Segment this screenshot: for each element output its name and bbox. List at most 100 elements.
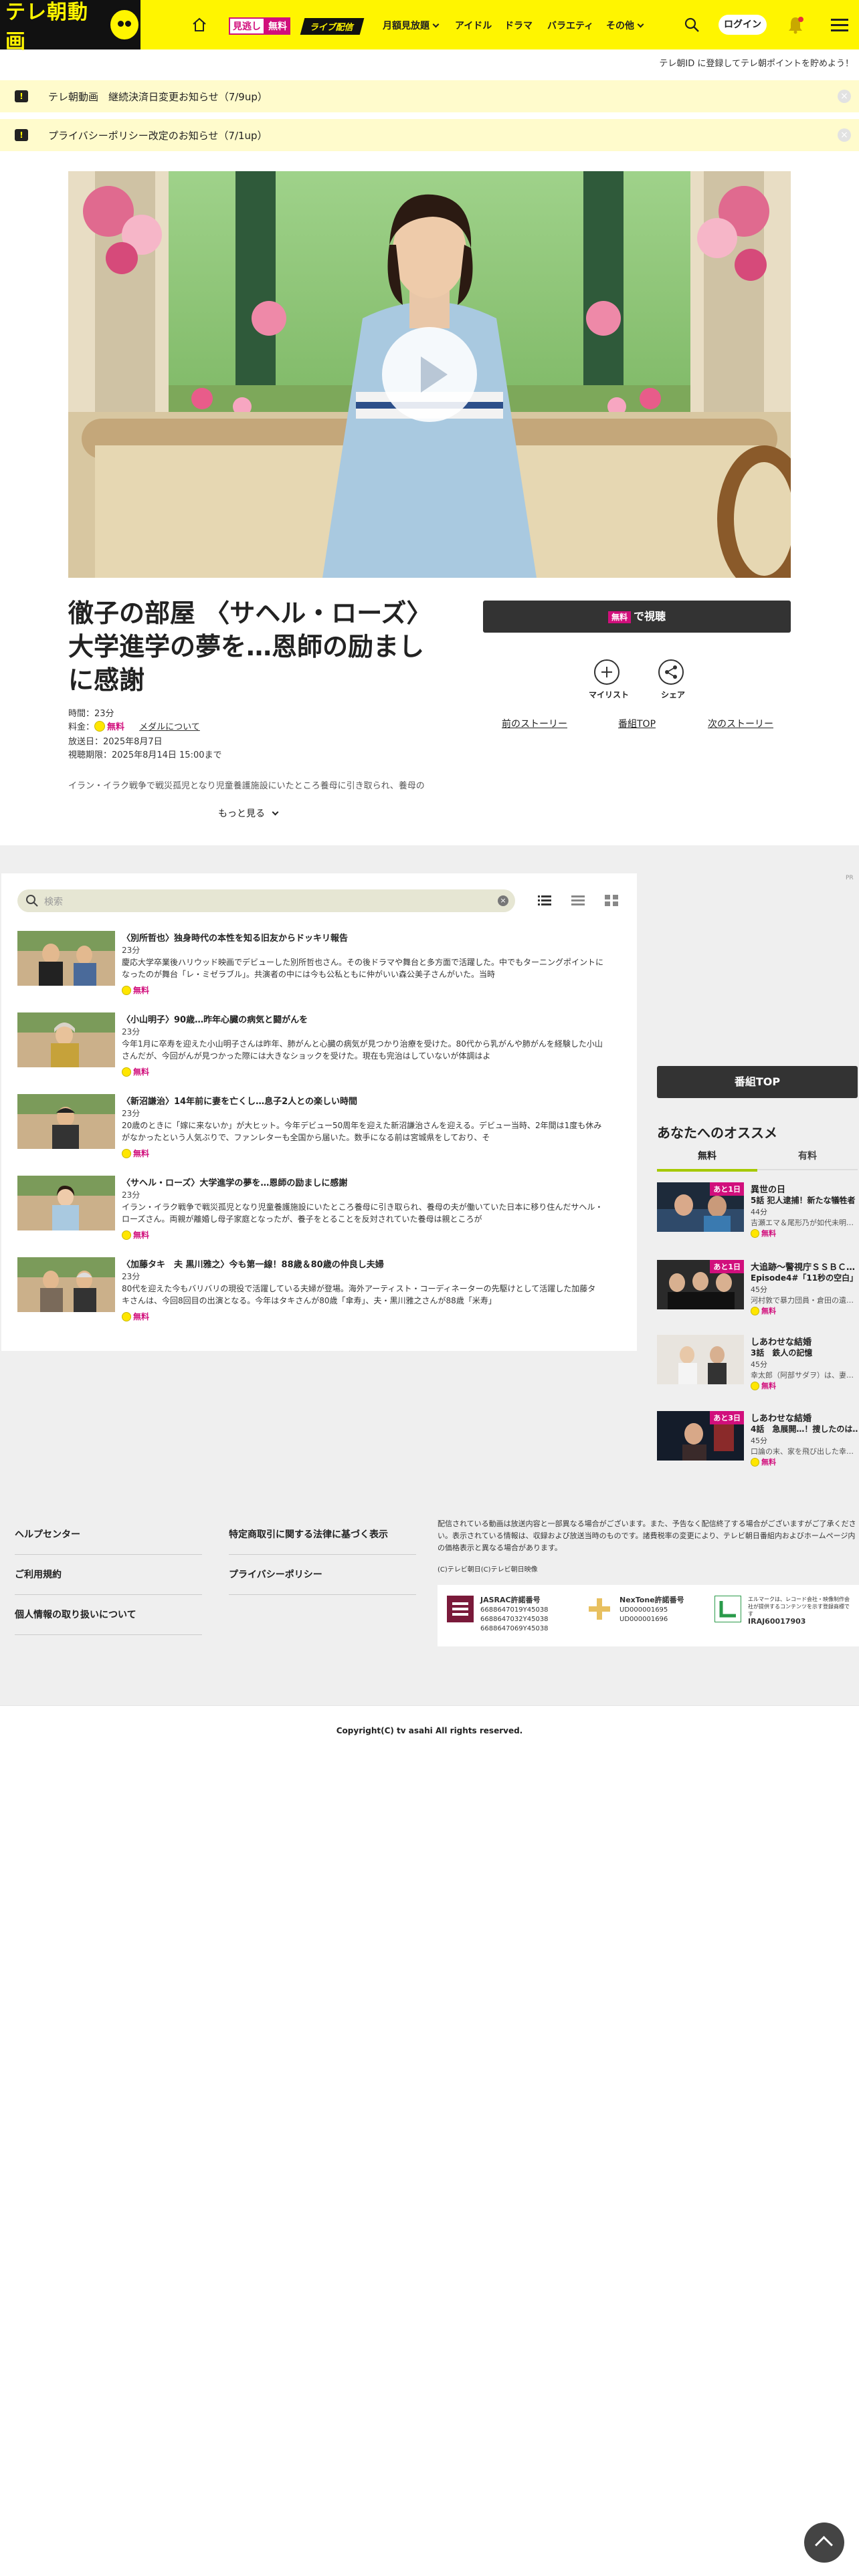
- watch-free-button[interactable]: 無料 で視聴: [483, 601, 791, 633]
- episode-title[interactable]: 〈別所哲也〉独身時代の本性を知る旧友からドッキリ報告: [122, 931, 348, 944]
- episode-thumbnail[interactable]: [17, 1176, 115, 1230]
- jasrac-number: 6688647069Y45038: [480, 1625, 549, 1632]
- free-badge: 無料: [751, 1380, 776, 1391]
- chevron-down-icon: [432, 21, 440, 28]
- footer-help-link[interactable]: ヘルプセンター: [15, 1527, 202, 1555]
- recommend-description: 口論の末、家を飛び出した幸…: [751, 1447, 854, 1456]
- site-logo[interactable]: テレ朝動画: [0, 0, 140, 53]
- scroll-to-top-button[interactable]: [804, 2523, 844, 2563]
- nav-label: 月額見放題: [383, 21, 430, 31]
- deadline: 視聴期限：2025年8月14日 15:00まで: [68, 750, 222, 760]
- play-button[interactable]: [382, 327, 477, 422]
- close-icon[interactable]: ×: [838, 90, 851, 103]
- nav-variety[interactable]: バラエティ: [547, 19, 593, 32]
- episode-thumbnail[interactable]: [17, 1257, 115, 1312]
- episode-title[interactable]: 〈サヘル・ローズ〉大学進学の夢を…恩師の励ましに感謝: [122, 1176, 347, 1188]
- share-label: シェア: [661, 690, 686, 700]
- recommend-title[interactable]: しあわせな結婚: [751, 1335, 858, 1348]
- notice-bar[interactable]: ! プライバシーポリシー改定のお知らせ（7/1up） ×: [0, 119, 859, 151]
- bell-icon[interactable]: [787, 15, 804, 34]
- program-title: 徹子の部屋 〈サヘル・ローズ〉大学進学の夢を…恩師の励ましに感謝: [68, 599, 432, 695]
- promo-text[interactable]: テレ朝ID に登録してテレ朝ポイントを貯めよう！: [659, 56, 854, 69]
- recommend-item[interactable]: しあわせな結婚 3話 鉄人の記憶 45分 幸太郎（阿部サダヲ）は、妻… 無料: [657, 1335, 858, 1391]
- episode-duration: 23分: [122, 1190, 140, 1200]
- prev-story-link[interactable]: 前のストーリー: [502, 717, 567, 730]
- jasrac-info: JASRAC許諾番号 6688647019Y45038 6688647032Y4…: [480, 1596, 549, 1634]
- footer-terms-link[interactable]: ご利用規約: [15, 1568, 202, 1595]
- days-left-badge: あと1日: [710, 1260, 744, 1273]
- tab-paid[interactable]: 有料: [757, 1149, 858, 1170]
- recommend-description: 吉瀬エマ＆尾形乃が如代未明…: [751, 1218, 854, 1227]
- recommend-thumbnail[interactable]: [657, 1335, 744, 1384]
- free-label: 無料: [133, 1312, 150, 1321]
- l-mark-text: エルマークは、レコード会社・映像制作会社が提供するコンテンツを示す登録商標です: [748, 1596, 850, 1617]
- mylist-button[interactable]: [594, 659, 619, 685]
- recommend-duration: 44分: [751, 1208, 767, 1216]
- jasrac-number: 6688647032Y45038: [480, 1616, 549, 1623]
- tab-free[interactable]: 無料: [657, 1149, 757, 1172]
- recommend-item[interactable]: あと1日 大追跡〜警視庁ＳＳＢＣ… Episode4#「11秒の空白」 45分 …: [657, 1260, 858, 1315]
- live-badge[interactable]: ライブ配信: [300, 18, 365, 35]
- medal-link[interactable]: メダルについて: [139, 722, 200, 732]
- notice-text[interactable]: プライバシーポリシー改定のお知らせ（7/1up）: [48, 128, 268, 142]
- episode-duration: 23分: [122, 1272, 140, 1281]
- recommend-title[interactable]: しあわせな結婚: [751, 1411, 858, 1424]
- nav-drama[interactable]: ドラマ: [504, 19, 533, 32]
- episode-item[interactable]: 〈新沼謙治〉14年前に妻を亡くし…息子2人との楽しい時間 23分 20歳のときに…: [17, 1094, 619, 1168]
- footer-commercial-law-link[interactable]: 特定商取引に関する法律に基づく表示: [229, 1527, 416, 1555]
- free-label: 無料: [761, 1382, 776, 1390]
- air-date: 放送日：2025年8月7日: [68, 737, 163, 747]
- recommend-title[interactable]: 異世の日: [751, 1182, 858, 1195]
- next-story-link[interactable]: 次のストーリー: [708, 717, 773, 730]
- footer-personal-info-link[interactable]: 個人情報の取り扱いについて: [15, 1608, 202, 1635]
- free-badge: 無料: [122, 1229, 149, 1241]
- episode-item[interactable]: 〈小山明子〉90歳…昨年心臓の病気と闘がんを 23分 今年1月に卒寿を迎えた小山…: [17, 1012, 619, 1086]
- episode-item[interactable]: 〈加藤タキ 夫 黒川雅之〉今も第一線！88歳＆80歳の仲良し夫婦 23分 80代…: [17, 1257, 619, 1331]
- episode-item[interactable]: 〈別所哲也〉独身時代の本性を知る旧友からドッキリ報告 23分 慶応大学卒業後ハリ…: [17, 931, 619, 1004]
- recommend-thumbnail[interactable]: あと1日: [657, 1182, 744, 1232]
- video-player[interactable]: [68, 171, 791, 578]
- share-button[interactable]: [658, 659, 684, 685]
- footer-notice: 配信されている動画は放送内容と一部異なる場合がございます。また、予告なく配信終了…: [438, 1519, 856, 1552]
- login-button[interactable]: ログイン: [719, 15, 767, 35]
- jasrac-title: JASRAC許諾番号: [480, 1596, 541, 1604]
- recommend-item[interactable]: あと3日 しあわせな結婚 4話 急展開…！捜したのは… 45分 口論の末、家を飛…: [657, 1411, 858, 1467]
- notice-bar[interactable]: ! テレ朝動画 継続決済日変更お知らせ（7/9up） ×: [0, 80, 859, 112]
- program-top-link[interactable]: 番組TOP: [618, 717, 656, 730]
- episode-item[interactable]: 〈サヘル・ローズ〉大学進学の夢を…恩師の励ましに感謝 23分 イラン・イラク戦争…: [17, 1176, 619, 1249]
- nav-idol[interactable]: アイドル: [455, 19, 492, 32]
- mascot-icon: [108, 8, 140, 41]
- recommend-item[interactable]: あと1日 異世の日 5話 犯人逮捕！新たな犠牲者 44分 吉瀬エマ＆尾形乃が如代…: [657, 1182, 858, 1238]
- episode-thumbnail[interactable]: [17, 931, 115, 986]
- home-icon[interactable]: [191, 17, 207, 33]
- episode-title[interactable]: 〈小山明子〉90歳…昨年心臓の病気と闘がんを: [122, 1012, 308, 1025]
- recommend-title[interactable]: 大追跡〜警視庁ＳＳＢＣ…: [751, 1260, 858, 1273]
- nav-monthly[interactable]: 月額見放題: [383, 19, 440, 32]
- missed-label: 見逃し: [229, 17, 265, 35]
- search-icon[interactable]: [684, 17, 700, 33]
- hamburger-menu-icon[interactable]: [831, 19, 848, 32]
- recommend-thumbnail[interactable]: あと3日: [657, 1411, 744, 1461]
- nav-other[interactable]: その他: [606, 19, 644, 32]
- close-icon[interactable]: ×: [838, 128, 851, 142]
- footer-privacy-link[interactable]: プライバシーポリシー: [229, 1568, 416, 1595]
- show-more-button[interactable]: もっと見る: [218, 807, 279, 820]
- program-top-button[interactable]: 番組TOP: [657, 1066, 858, 1098]
- recommend-duration: 45分: [751, 1436, 767, 1445]
- clear-icon[interactable]: ×: [498, 895, 508, 906]
- episode-list-panel: 検索 × 〈別所哲也〉独身時代の本性を知る旧友からドッキリ報告 23分 慶応大学…: [1, 873, 637, 1351]
- episode-title[interactable]: 〈加藤タキ 夫 黒川雅之〉今も第一線！88歳＆80歳の仲良し夫婦: [122, 1257, 384, 1270]
- coin-icon: [94, 721, 106, 732]
- logo-text: テレ朝動画: [5, 1, 88, 53]
- notice-text[interactable]: テレ朝動画 継続決済日変更お知らせ（7/9up）: [48, 90, 268, 104]
- grid-view-icon[interactable]: [605, 895, 618, 907]
- episode-thumbnail[interactable]: [17, 1094, 115, 1149]
- episode-title[interactable]: 〈新沼謙治〉14年前に妻を亡くし…息子2人との楽しい時間: [122, 1094, 357, 1107]
- recommend-thumbnail[interactable]: あと1日: [657, 1260, 744, 1309]
- episode-search-input[interactable]: 検索 ×: [17, 889, 515, 912]
- missed-free-badge[interactable]: 見逃し 無料: [229, 17, 290, 35]
- episode-thumbnail[interactable]: [17, 1012, 115, 1067]
- list-view-icon[interactable]: [538, 895, 551, 907]
- mylist-label: マイリスト: [589, 690, 630, 700]
- detail-view-icon[interactable]: [571, 895, 585, 907]
